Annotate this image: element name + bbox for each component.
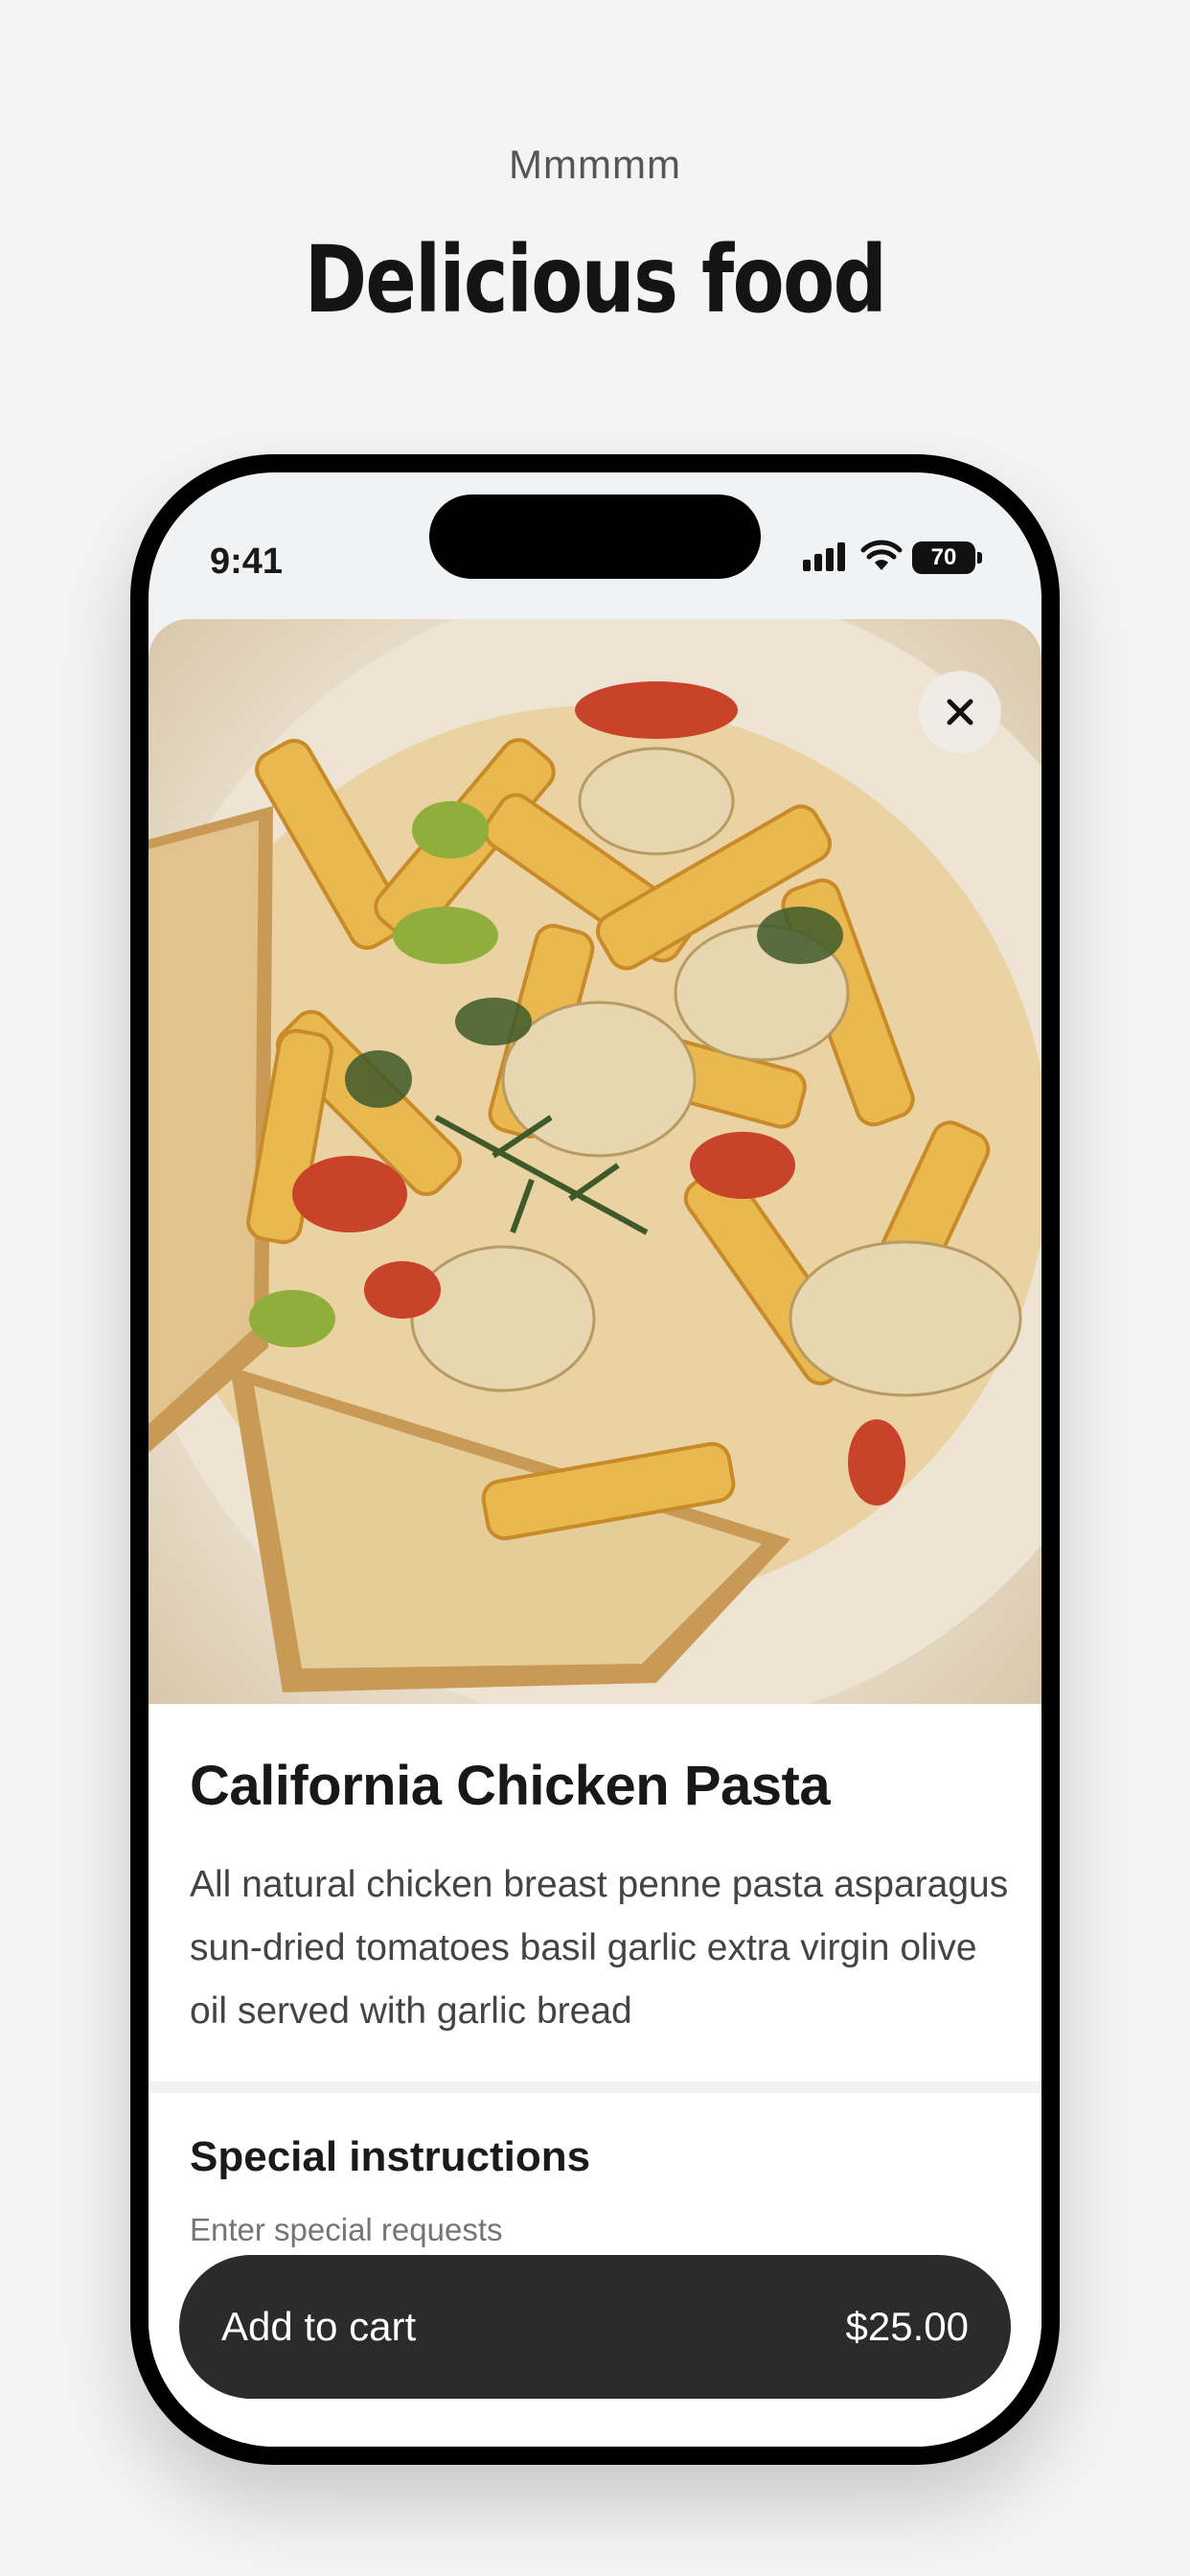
dynamic-island	[429, 494, 761, 579]
phone-frame: 9:41 70 California Chicken Pasta All nat…	[130, 454, 1060, 2465]
phone-screen: 9:41 70 California Chicken Pasta All nat…	[149, 472, 1041, 2447]
battery-icon: 70	[912, 541, 975, 574]
wifi-icon	[860, 540, 903, 577]
battery-level: 70	[930, 544, 957, 570]
battery-cap	[977, 552, 982, 564]
special-instructions-title: Special instructions	[190, 2133, 591, 2180]
status-time: 9:41	[210, 541, 284, 582]
special-instructions-input[interactable]	[190, 2212, 860, 2248]
kicker-text: Mmmmm	[509, 142, 681, 187]
cart-price: $25.00	[845, 2304, 969, 2349]
section-divider	[149, 2082, 1041, 2093]
add-to-cart-button[interactable]: Add to cart $25.00	[179, 2255, 1011, 2399]
close-button[interactable]	[919, 671, 1001, 753]
add-to-cart-label: Add to cart	[221, 2304, 417, 2349]
item-description: All natural chicken breast penne pasta a…	[190, 1864, 1009, 2032]
page-headline: Delicious food	[304, 226, 887, 334]
status-icons: 70	[801, 534, 982, 582]
status-bar: 9:41 70	[149, 472, 1041, 616]
cellular-signal-icon	[801, 540, 851, 576]
close-icon	[947, 699, 973, 725]
item-title: California Chicken Pasta	[190, 1755, 831, 1817]
food-photo	[149, 619, 1041, 1704]
item-sheet: California Chicken Pasta All natural chi…	[149, 619, 1041, 2447]
